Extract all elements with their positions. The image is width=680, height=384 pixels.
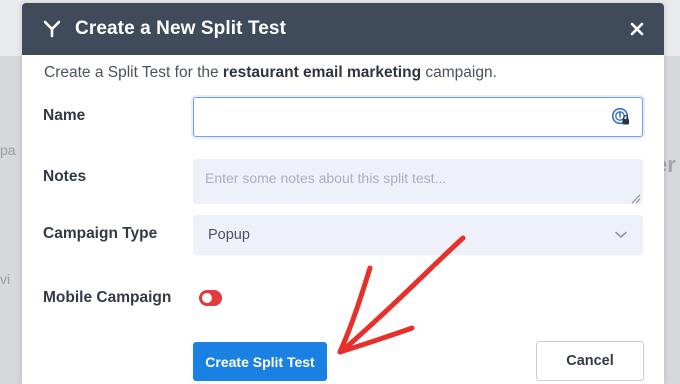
close-icon[interactable] xyxy=(626,18,648,40)
split-y-icon xyxy=(41,18,63,40)
mobile-campaign-label: Mobile Campaign xyxy=(43,289,172,306)
notes-textarea[interactable] xyxy=(193,159,643,204)
notes-label: Notes xyxy=(43,168,87,185)
split-test-modal: Create a New Split Test Create a Split T… xyxy=(22,3,664,384)
campaign-type-label: Campaign Type xyxy=(43,225,158,242)
mobile-campaign-toggle[interactable] xyxy=(199,290,222,306)
intro-campaign-name: restaurant email marketing xyxy=(222,64,422,81)
intro-prefix: Create a Split Test for the xyxy=(44,64,223,81)
modal-intro-text: Create a Split Test for the restaurant e… xyxy=(44,64,497,82)
cancel-button[interactable]: Cancel xyxy=(536,341,644,381)
intro-suffix: campaign. xyxy=(421,64,497,81)
toggle-knob xyxy=(202,293,212,303)
modal-title: Create a New Split Test xyxy=(75,18,287,39)
resize-handle-icon[interactable] xyxy=(630,191,641,204)
name-input[interactable] xyxy=(193,97,643,137)
chevron-down-icon xyxy=(614,228,628,242)
background-text-fragment: vi xyxy=(0,271,11,287)
modal-header: Create a New Split Test xyxy=(22,3,664,55)
create-split-test-button[interactable]: Create Split Test xyxy=(193,342,327,381)
background-text-fragment: pa xyxy=(0,142,16,158)
name-label: Name xyxy=(43,107,86,124)
campaign-type-select[interactable]: Popup xyxy=(193,215,643,255)
campaign-type-value: Popup xyxy=(208,227,250,243)
password-manager-icon[interactable] xyxy=(611,107,631,127)
